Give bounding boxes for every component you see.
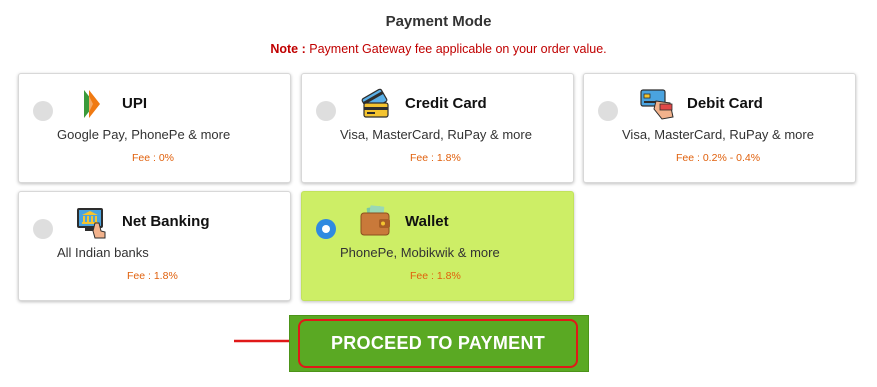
payment-option-wallet[interactable]: Wallet PhonePe, Mobikwik & more Fee : 1.… (301, 191, 574, 301)
radio-wallet[interactable] (316, 219, 336, 239)
option-name: Wallet (405, 213, 449, 230)
wallet-icon (360, 205, 390, 236)
radio-upi[interactable] (33, 101, 53, 121)
payment-option-upi[interactable]: UPI Google Pay, PhonePe & more Fee : 0% (18, 73, 291, 183)
option-description: All Indian banks (57, 245, 149, 260)
credit-card-icon (361, 88, 389, 118)
option-fee: Fee : 1.8% (410, 152, 461, 164)
radio-debit-card[interactable] (598, 101, 618, 121)
net-banking-icon (77, 208, 106, 239)
option-fee: Fee : 1.8% (410, 270, 461, 282)
proceed-button-container: PROCEED TO PAYMENT (289, 315, 589, 372)
option-name: UPI (122, 95, 148, 112)
option-name: Net Banking (122, 213, 210, 230)
note-label: Note : (270, 42, 306, 56)
page-title: Payment Mode (385, 13, 492, 30)
radio-credit-card[interactable] (316, 101, 336, 121)
option-fee: Fee : 0.2% - 0.4% (676, 152, 761, 164)
option-name: Debit Card (687, 95, 763, 112)
option-description: Visa, MasterCard, RuPay & more (622, 127, 814, 142)
radio-net-banking[interactable] (33, 219, 53, 239)
payment-option-credit-card[interactable]: Credit Card Visa, MasterCard, RuPay & mo… (301, 73, 574, 183)
upi-logo-icon (84, 90, 100, 118)
fee-note: Note : Payment Gateway fee applicable on… (0, 42, 877, 56)
option-fee: Fee : 0% (132, 152, 175, 164)
option-fee: Fee : 1.8% (127, 270, 178, 282)
debit-card-icon (640, 89, 674, 120)
option-name: Credit Card (405, 95, 487, 112)
payment-option-debit-card[interactable]: Debit Card Visa, MasterCard, RuPay & mor… (583, 73, 856, 183)
option-description: Visa, MasterCard, RuPay & more (340, 127, 532, 142)
proceed-to-payment-button[interactable]: PROCEED TO PAYMENT (298, 319, 578, 368)
note-text: Payment Gateway fee applicable on your o… (305, 42, 607, 56)
option-description: Google Pay, PhonePe & more (57, 127, 231, 142)
payment-option-net-banking[interactable]: Net Banking All Indian banks Fee : 1.8% (18, 191, 291, 301)
option-description: PhonePe, Mobikwik & more (340, 245, 500, 260)
